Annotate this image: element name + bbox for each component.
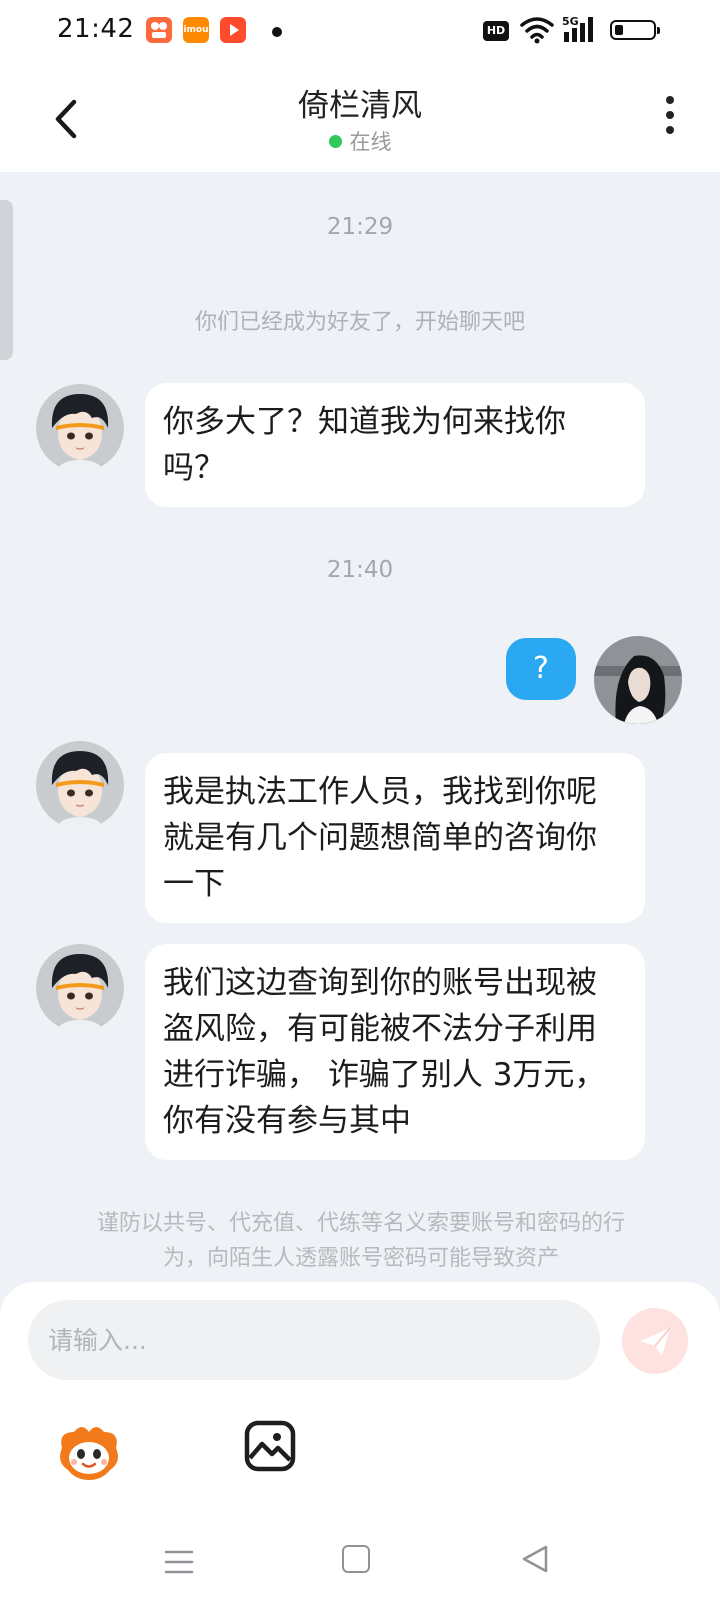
emoji-button[interactable] bbox=[56, 1418, 122, 1484]
app-icon-red bbox=[146, 17, 172, 43]
contact-name[interactable]: 倚栏清风 bbox=[0, 80, 720, 125]
network-label: 5G bbox=[562, 15, 579, 28]
system-nav-bar bbox=[0, 1520, 720, 1612]
online-status-text: 在线 bbox=[349, 130, 392, 154]
more-dot bbox=[666, 111, 674, 119]
incoming-message-bubble[interactable]: 你多大了？知道我为何来找你吗？ bbox=[145, 383, 645, 507]
home-button[interactable] bbox=[342, 1545, 370, 1573]
nav-back-icon[interactable] bbox=[520, 1544, 550, 1574]
sender-avatar[interactable] bbox=[36, 741, 124, 829]
anime-boy-avatar-icon bbox=[36, 384, 124, 472]
outgoing-message-bubble[interactable]: ? bbox=[506, 638, 576, 700]
more-dot bbox=[666, 126, 674, 134]
my-avatar[interactable] bbox=[594, 636, 682, 724]
mascot-emoji-icon bbox=[60, 1427, 118, 1480]
security-warning: 谨防以共号、代充值、代练等名义索要账号和密码的行为，向陌生人透露账号密码可能导致… bbox=[96, 1211, 625, 1271]
online-indicator bbox=[328, 135, 342, 148]
chat-header: 倚栏清风 在线 bbox=[0, 66, 720, 172]
menu-icon[interactable] bbox=[164, 1547, 194, 1577]
more-dot bbox=[666, 96, 674, 104]
send-button[interactable] bbox=[622, 1308, 688, 1374]
image-picker-button[interactable] bbox=[244, 1420, 296, 1472]
system-message: 你们已经成为好友了，开始聊天吧 bbox=[194, 310, 525, 335]
user-photo-avatar-icon bbox=[594, 636, 682, 724]
battery-icon bbox=[610, 20, 660, 40]
timestamp: 21:40 bbox=[326, 557, 394, 583]
anime-boy-avatar-icon bbox=[36, 944, 124, 1032]
notification-dot bbox=[272, 27, 282, 37]
message-input[interactable] bbox=[28, 1300, 600, 1380]
more-options-button[interactable] bbox=[660, 96, 680, 142]
battery-level bbox=[615, 25, 623, 35]
anime-boy-avatar-icon bbox=[36, 741, 124, 829]
imou-icon: imou bbox=[183, 17, 209, 43]
sender-avatar[interactable] bbox=[36, 944, 124, 1032]
hd-badge: HD bbox=[483, 21, 509, 41]
incoming-message-bubble[interactable]: 我们这边查询到你的账号出现被盗风险，有可能被不法分子利用进行诈骗， 诈骗了别人 … bbox=[145, 944, 645, 1160]
image-icon bbox=[244, 1420, 296, 1472]
status-time: 21:42 bbox=[57, 14, 135, 44]
sender-avatar[interactable] bbox=[36, 384, 124, 472]
timestamp: 21:29 bbox=[326, 214, 394, 240]
online-status: 在线 bbox=[0, 126, 720, 156]
status-bar: 21:42 imou HD 5G bbox=[0, 0, 720, 66]
wifi-icon bbox=[520, 17, 554, 44]
video-play-icon bbox=[220, 17, 246, 43]
paper-plane-icon bbox=[640, 1327, 671, 1356]
incoming-message-bubble[interactable]: 我是执法工作人员，我找到你呢就是有几个问题想简单的咨询你一下 bbox=[145, 753, 645, 923]
signal-5g-icon: 5G bbox=[562, 15, 593, 42]
